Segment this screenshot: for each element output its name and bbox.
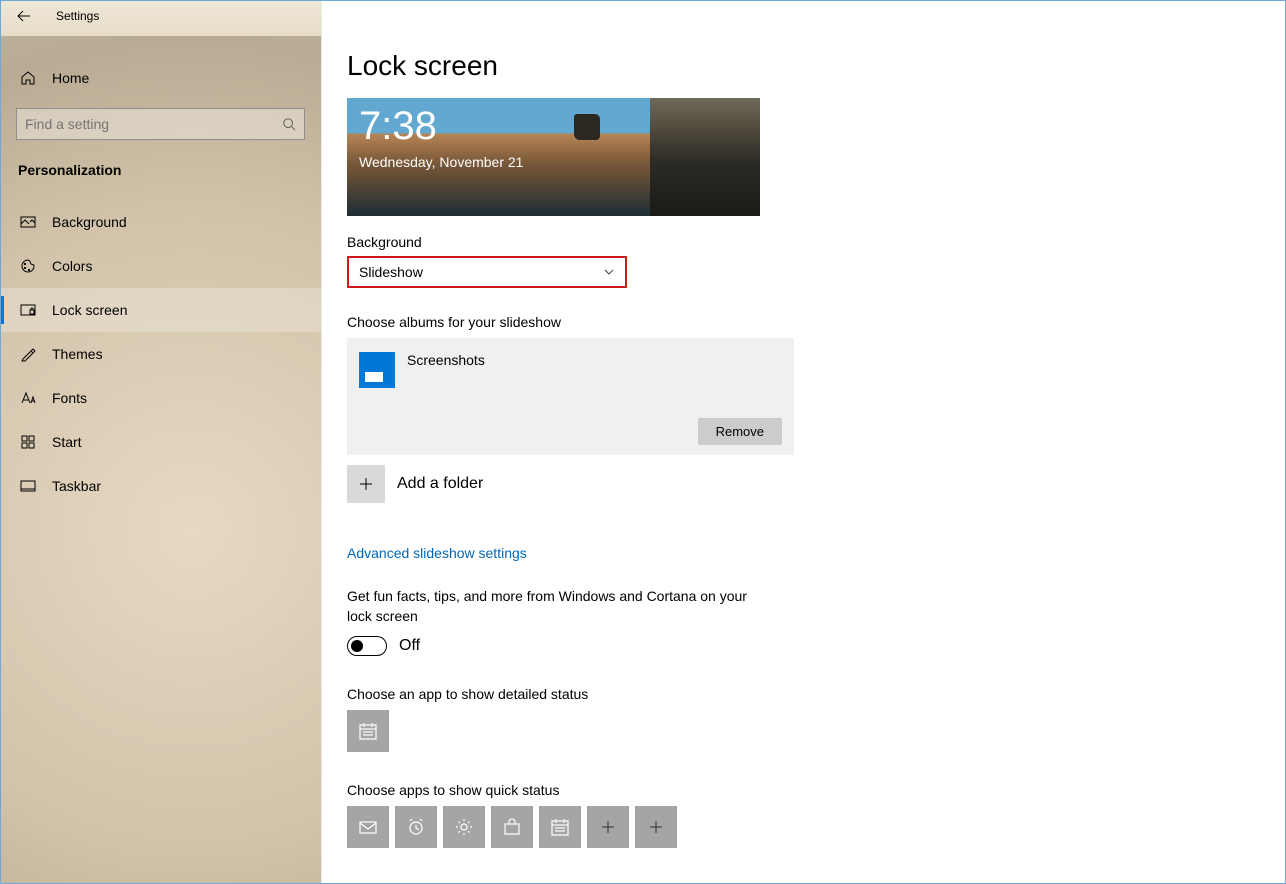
search-icon (282, 117, 296, 131)
sidebar-item-label: Start (52, 434, 82, 450)
quick-status-add-tile[interactable] (635, 806, 677, 848)
themes-icon (20, 346, 36, 362)
remove-button[interactable]: Remove (698, 418, 782, 445)
preview-image-element (650, 98, 760, 216)
store-icon (502, 817, 522, 837)
sidebar-item-start[interactable]: Start (0, 420, 321, 464)
tips-toggle[interactable] (347, 636, 387, 656)
mail-icon (358, 817, 378, 837)
background-value: Slideshow (359, 264, 423, 280)
page-title: Lock screen (347, 50, 1286, 82)
album-card[interactable]: Screenshots Remove (347, 338, 794, 455)
detailed-status-label: Choose an app to show detailed status (347, 686, 1286, 702)
back-button[interactable] (0, 0, 48, 32)
sidebar-item-fonts[interactable]: Fonts (0, 376, 321, 420)
preview-date: Wednesday, November 21 (359, 154, 523, 170)
chevron-down-icon (603, 266, 615, 278)
home-icon (20, 70, 36, 86)
sidebar-item-label: Lock screen (52, 302, 127, 318)
sidebar: Home Personalization Background Colors L… (0, 0, 321, 884)
detailed-status-app-tile[interactable] (347, 710, 389, 752)
plus-icon (646, 817, 666, 837)
quick-status-tile-store[interactable] (491, 806, 533, 848)
arrow-left-icon (16, 8, 32, 24)
lock-screen-icon (20, 302, 36, 318)
home-button[interactable]: Home (0, 56, 321, 100)
search-input[interactable] (16, 108, 305, 140)
sidebar-item-themes[interactable]: Themes (0, 332, 321, 376)
start-icon (20, 434, 36, 450)
window-title: Settings (56, 9, 99, 23)
sidebar-item-label: Fonts (52, 390, 87, 406)
sidebar-item-lock-screen[interactable]: Lock screen (0, 288, 321, 332)
palette-icon (20, 258, 36, 274)
category-header: Personalization (0, 140, 321, 188)
albums-label: Choose albums for your slideshow (347, 314, 1286, 330)
nav-list: Background Colors Lock screen Themes Fon… (0, 200, 321, 508)
main-content: Lock screen 7:38 Wednesday, November 21 … (321, 0, 1286, 884)
fonts-icon (20, 390, 36, 406)
sidebar-item-background[interactable]: Background (0, 200, 321, 244)
tips-label: Get fun facts, tips, and more from Windo… (347, 587, 757, 626)
sidebar-item-colors[interactable]: Colors (0, 244, 321, 288)
background-dropdown[interactable]: Slideshow (347, 256, 627, 288)
sidebar-item-taskbar[interactable]: Taskbar (0, 464, 321, 508)
weather-icon (454, 817, 474, 837)
folder-thumbnail (359, 352, 395, 388)
sidebar-item-label: Background (52, 214, 127, 230)
calendar-icon (358, 721, 378, 741)
quick-status-label: Choose apps to show quick status (347, 782, 1286, 798)
album-name: Screenshots (407, 352, 485, 368)
lock-screen-preview[interactable]: 7:38 Wednesday, November 21 (347, 98, 760, 216)
preview-time: 7:38 (359, 104, 437, 149)
add-folder-button[interactable]: Add a folder (347, 465, 1286, 503)
add-folder-label: Add a folder (397, 475, 483, 493)
quick-status-tile-alarm[interactable] (395, 806, 437, 848)
sidebar-item-label: Colors (52, 258, 92, 274)
alarm-icon (406, 817, 426, 837)
background-label: Background (347, 234, 1286, 250)
plus-icon (598, 817, 618, 837)
sidebar-item-label: Taskbar (52, 478, 101, 494)
taskbar-icon (20, 478, 36, 494)
sidebar-item-label: Themes (52, 346, 103, 362)
quick-status-tile-weather[interactable] (443, 806, 485, 848)
search-field[interactable] (25, 116, 282, 132)
home-label: Home (52, 70, 89, 86)
quick-status-tile-mail[interactable] (347, 806, 389, 848)
calendar-icon (550, 817, 570, 837)
tips-state: Off (399, 637, 420, 655)
picture-icon (20, 214, 36, 230)
plus-icon (358, 476, 374, 492)
quick-status-tile-calendar[interactable] (539, 806, 581, 848)
quick-status-add-tile[interactable] (587, 806, 629, 848)
preview-image-element (574, 114, 600, 140)
advanced-settings-link[interactable]: Advanced slideshow settings (347, 545, 1286, 561)
